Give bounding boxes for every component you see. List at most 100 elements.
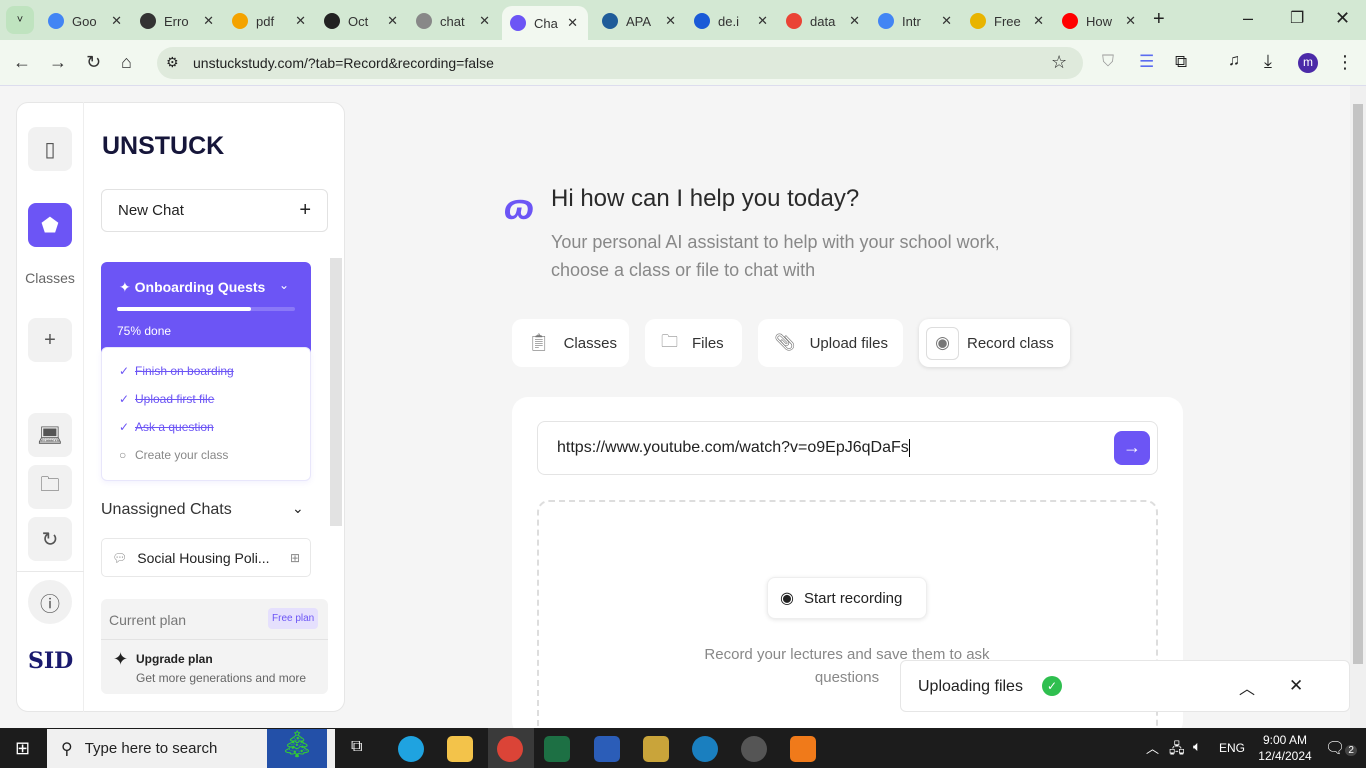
browser-menu-icon[interactable]: ⋮: [1336, 52, 1354, 73]
upgrade-plan-title: Upgrade plan: [136, 652, 213, 666]
browser-tab[interactable]: chat ✕: [416, 8, 494, 34]
files-rail-button[interactable]: 🗀: [28, 465, 72, 509]
tab-favicon-icon: [48, 13, 64, 29]
file-explorer-icon[interactable]: [447, 736, 473, 762]
browser-tab[interactable]: Goo ✕: [48, 8, 126, 34]
windows-start-button[interactable]: ⊞: [15, 738, 30, 759]
close-tab-icon[interactable]: ✕: [849, 13, 860, 29]
forward-icon[interactable]: →: [49, 52, 67, 73]
sid-logo: SID: [28, 648, 74, 674]
close-tab-icon[interactable]: ✕: [479, 13, 490, 29]
close-tab-icon[interactable]: ✕: [295, 13, 306, 29]
extension-list-icon[interactable]: ☰: [1139, 52, 1154, 72]
toggle-sidebar-button[interactable]: ▯: [28, 127, 72, 171]
close-tab-icon[interactable]: ✕: [567, 15, 578, 31]
network-icon[interactable]: 🖧︎: [1169, 738, 1185, 762]
chevron-up-icon[interactable]: ︿: [1239, 675, 1255, 699]
chat-list-item[interactable]: 💬︎ Social Housing Poli... ⊞: [101, 538, 311, 577]
browser-tab[interactable]: Oct ✕: [324, 8, 402, 34]
close-tab-icon[interactable]: ✕: [757, 13, 768, 29]
close-tab-icon[interactable]: ✕: [665, 13, 676, 29]
clock[interactable]: 9:00 AM 12/4/2024: [1255, 732, 1315, 764]
browser-tab[interactable]: data ✕: [786, 8, 864, 34]
quest-item[interactable]: ○ Create your class: [119, 448, 228, 462]
history-rail-button[interactable]: ↻: [28, 517, 72, 561]
language-indicator[interactable]: ENG: [1219, 741, 1245, 755]
extensions-puzzle-icon[interactable]: ⧉: [1175, 52, 1187, 72]
new-chat-button[interactable]: New Chat +: [101, 189, 328, 232]
upload-files-button[interactable]: 📎︎ Upload files: [758, 319, 903, 367]
close-window-button[interactable]: ✕: [1335, 8, 1350, 29]
media-player-icon[interactable]: [741, 736, 767, 762]
task-view-icon[interactable]: ⧉: [351, 738, 362, 756]
files-button[interactable]: 🗀 Files: [645, 319, 742, 367]
browser-tab[interactable]: APA ✕: [602, 8, 680, 34]
submit-url-button[interactable]: →: [1114, 431, 1150, 465]
recording-dropzone: [537, 500, 1158, 750]
browser-tab[interactable]: Cha ✕: [502, 6, 588, 40]
media-control-icon[interactable]: ♫: [1228, 52, 1240, 70]
edge-icon[interactable]: [398, 736, 424, 762]
back-icon[interactable]: ←: [13, 52, 31, 73]
plus-icon: +: [44, 328, 56, 351]
assign-class-icon[interactable]: ⊞: [290, 551, 300, 565]
sidebar-scrollbar[interactable]: [330, 258, 342, 526]
tab-title: Oct: [348, 13, 369, 29]
plan-card: Current plan Free plan ✦ Upgrade plan Ge…: [101, 599, 328, 694]
bookmark-star-icon[interactable]: ☆: [1051, 52, 1067, 73]
taskbar-search[interactable]: ⚲ Type here to search 🎄︎: [47, 729, 335, 768]
browser-tab[interactable]: de.i ✕: [694, 8, 772, 34]
quest-item[interactable]: ✓ Upload first file: [119, 392, 214, 406]
restore-button[interactable]: ❐: [1290, 8, 1304, 28]
video-url-input[interactable]: https://www.youtube.com/watch?v=o9EpJ6qD…: [537, 421, 1158, 475]
chevron-down-icon[interactable]: ⌄: [279, 278, 289, 292]
chevron-down-icon[interactable]: ⌄: [292, 500, 304, 517]
start-recording-button[interactable]: ◉ Start recording: [767, 577, 927, 619]
new-tab-button[interactable]: +: [1153, 8, 1165, 31]
close-tab-icon[interactable]: ✕: [111, 13, 122, 29]
laptop-rail-button[interactable]: 💻︎: [28, 413, 72, 457]
close-tab-icon[interactable]: ✕: [1125, 13, 1136, 29]
tab-search-button[interactable]: ˅: [6, 6, 34, 34]
home-rail-button[interactable]: ⬟: [28, 203, 72, 247]
quests-title: Onboarding Quests: [134, 279, 266, 295]
site-info-icon[interactable]: ⚙: [166, 54, 179, 71]
excel-icon[interactable]: [544, 736, 570, 762]
browser-tab[interactable]: Erro ✕: [140, 8, 218, 34]
upgrade-plan-button[interactable]: ✦ Upgrade plan Get more generations and …: [113, 649, 323, 689]
close-tab-icon[interactable]: ✕: [387, 13, 398, 29]
browser-tab[interactable]: pdf ✕: [232, 8, 310, 34]
browser-tab[interactable]: Free ✕: [970, 8, 1048, 34]
notifications-button[interactable]: 🗨︎ 2: [1325, 738, 1357, 758]
volume-icon[interactable]: 🔈︎: [1193, 738, 1201, 755]
url-bar[interactable]: unstuckstudy.com/?tab=Record&recording=f…: [157, 47, 1083, 79]
quest-item[interactable]: ✓ Finish on boarding: [119, 364, 234, 378]
tab-favicon-icon: [602, 13, 618, 29]
chrome-icon[interactable]: [497, 736, 523, 762]
add-class-button[interactable]: +: [28, 318, 72, 362]
close-tab-icon[interactable]: ✕: [1033, 13, 1044, 29]
paperclip-icon: 📎︎: [774, 333, 796, 352]
word-icon[interactable]: [594, 736, 620, 762]
close-tab-icon[interactable]: ✕: [203, 13, 214, 29]
minimize-button[interactable]: –: [1243, 8, 1253, 29]
record-class-button[interactable]: ◉ Record class: [919, 319, 1070, 367]
close-tab-icon[interactable]: ✕: [941, 13, 952, 29]
profile-avatar[interactable]: m: [1298, 53, 1318, 73]
home-icon[interactable]: ⌂: [121, 52, 132, 73]
app-tool-icon[interactable]: [643, 736, 669, 762]
browser-tab[interactable]: How ✕: [1062, 8, 1140, 34]
quest-item[interactable]: ✓ Ask a question: [119, 420, 214, 434]
classes-button[interactable]: 📋︎ Classes: [512, 319, 629, 367]
pdf-app-icon[interactable]: [790, 736, 816, 762]
info-button[interactable]: ⓘ: [28, 580, 72, 624]
download-icon[interactable]: ⤓: [1264, 51, 1272, 72]
tray-chevron-icon[interactable]: ︿: [1146, 738, 1159, 757]
page-scrollbar[interactable]: [1350, 86, 1366, 728]
v-app-icon[interactable]: [692, 736, 718, 762]
close-icon[interactable]: ✕: [1289, 676, 1303, 696]
shield-extension-icon[interactable]: ⛉: [1102, 53, 1114, 71]
reload-icon[interactable]: ↻: [86, 52, 101, 73]
unstuck-logo: UNSTUCK: [102, 132, 225, 160]
browser-tab[interactable]: Intr ✕: [878, 8, 956, 34]
